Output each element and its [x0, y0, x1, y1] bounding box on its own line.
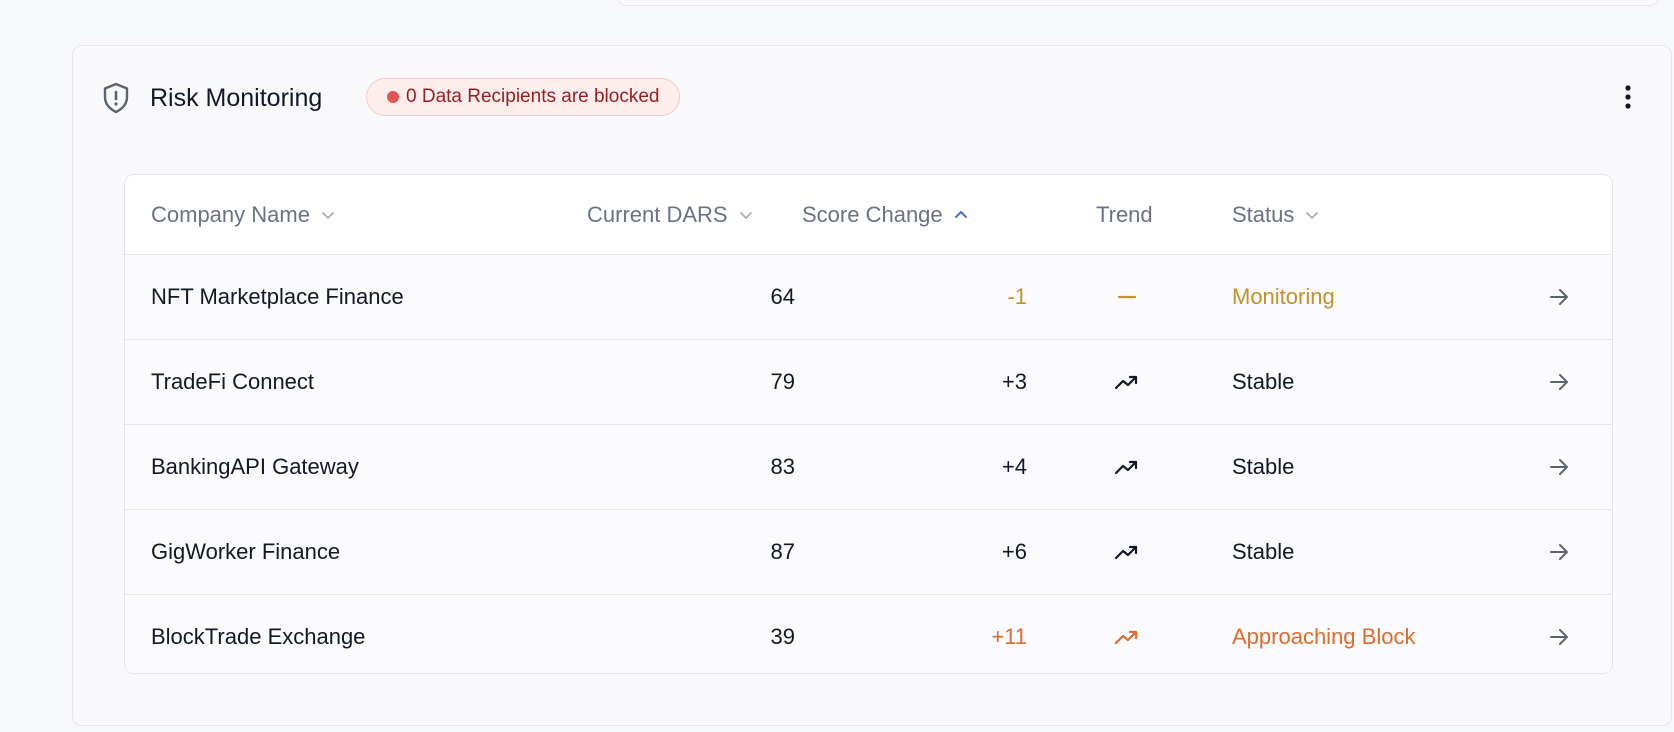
- current-dars: 79: [770, 369, 795, 394]
- current-dars: 64: [770, 284, 795, 309]
- trending-up-icon: [1114, 460, 1138, 475]
- status-dot-icon: [387, 91, 399, 103]
- column-label: Score Change: [802, 201, 943, 227]
- flat-line-icon: [1117, 295, 1137, 299]
- current-dars: 39: [770, 624, 795, 649]
- chevron-down-icon: [1306, 211, 1319, 219]
- trend-cell: [1111, 340, 1143, 424]
- company-name: GigWorker Finance: [151, 539, 341, 564]
- risk-table: Company Name Current DARS Score Change T…: [124, 174, 1613, 674]
- column-header-score-change[interactable]: Score Change: [802, 175, 969, 254]
- trend-cell: [1111, 425, 1143, 509]
- trending-up-icon: [1114, 630, 1138, 645]
- table-row[interactable]: NFT Marketplace Finance 64 -1 Monitoring: [125, 255, 1612, 340]
- arrow-right-icon: [1550, 289, 1568, 305]
- status-text: Stable: [1232, 369, 1295, 394]
- row-action[interactable]: [1545, 510, 1573, 594]
- table-row[interactable]: BankingAPI Gateway 83 +4 Stable: [125, 425, 1612, 510]
- table-row[interactable]: TradeFi Connect 79 +3 Stable: [125, 340, 1612, 425]
- chevron-down-icon: [739, 211, 752, 219]
- row-action[interactable]: [1545, 340, 1573, 424]
- current-dars: 83: [770, 454, 795, 479]
- shield-alert-icon: [101, 82, 131, 114]
- chevron-up-icon: [954, 210, 967, 218]
- status-text: Monitoring: [1232, 284, 1335, 309]
- column-header-trend: Trend: [1096, 175, 1153, 254]
- column-label: Status: [1232, 201, 1295, 227]
- blocked-badge-text: 0 Data Recipients are blocked: [406, 86, 660, 107]
- more-vertical-icon: [1625, 85, 1631, 109]
- table-row[interactable]: GigWorker Finance 87 +6 Stable: [125, 510, 1612, 595]
- trend-cell: [1111, 595, 1143, 673]
- status-text: Approaching Block: [1232, 624, 1416, 649]
- row-action[interactable]: [1545, 255, 1573, 339]
- blocked-recipients-badge: 0 Data Recipients are blocked: [366, 78, 681, 116]
- column-header-status[interactable]: Status: [1232, 175, 1320, 254]
- company-name: NFT Marketplace Finance: [151, 284, 404, 309]
- trending-up-icon: [1114, 375, 1138, 390]
- arrow-right-icon: [1550, 544, 1568, 560]
- trend-cell: [1111, 255, 1143, 339]
- arrow-right-icon: [1550, 459, 1568, 475]
- status-text: Stable: [1232, 454, 1295, 479]
- company-name: BlockTrade Exchange: [151, 624, 366, 649]
- chevron-down-icon: [322, 211, 334, 219]
- score-change: +4: [1001, 454, 1027, 479]
- current-dars: 87: [770, 539, 795, 564]
- more-options-button[interactable]: [1613, 80, 1643, 114]
- company-name: TradeFi Connect: [151, 369, 315, 394]
- row-action[interactable]: [1545, 595, 1573, 673]
- risk-monitoring-panel: Risk Monitoring 0 Data Recipients are bl…: [72, 45, 1672, 726]
- column-label: Trend: [1096, 201, 1153, 227]
- score-change: +11: [991, 624, 1027, 649]
- trend-cell: [1111, 510, 1143, 594]
- arrow-right-icon: [1550, 374, 1568, 390]
- status-text: Stable: [1232, 539, 1295, 564]
- score-change: +3: [1001, 369, 1027, 394]
- column-label: Current DARS: [587, 201, 728, 227]
- score-change: -1: [1007, 284, 1027, 309]
- panel-header: Risk Monitoring 0 Data Recipients are bl…: [73, 46, 1671, 154]
- trending-up-icon: [1114, 545, 1138, 560]
- row-action[interactable]: [1545, 425, 1573, 509]
- column-label: Company Name: [151, 201, 310, 227]
- column-header-company-name[interactable]: Company Name: [151, 175, 336, 254]
- company-name: BankingAPI Gateway: [151, 454, 359, 479]
- previous-card-edge: [617, 0, 1659, 6]
- score-change: +6: [1001, 539, 1027, 564]
- arrow-right-icon: [1550, 629, 1568, 645]
- table-header: Company Name Current DARS Score Change T…: [125, 175, 1612, 255]
- column-header-current-dars[interactable]: Current DARS: [587, 175, 754, 254]
- panel-title: Risk Monitoring: [150, 84, 323, 112]
- table-row[interactable]: BlockTrade Exchange 39 +11 Approaching B…: [125, 595, 1612, 673]
